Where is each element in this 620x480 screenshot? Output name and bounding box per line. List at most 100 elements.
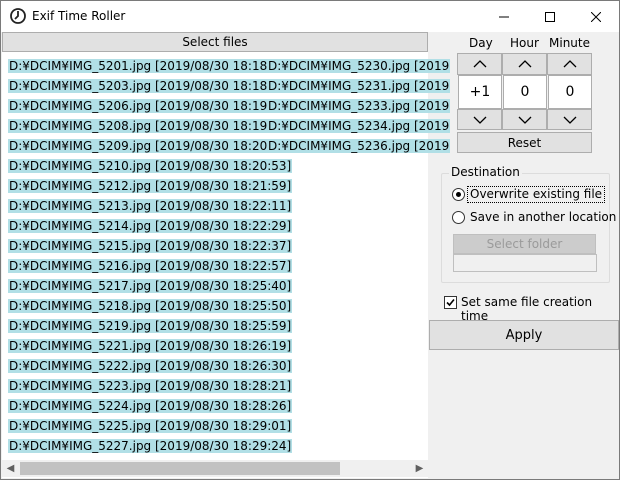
minimize-icon [499,16,509,17]
file-list-item[interactable]: D:¥DCIM¥IMG_5208.jpg [2019/08/30 18:19:4… [8,115,293,135]
file-list-item[interactable]: D:¥DCIM¥IMG_5206.jpg [2019/08/30 18:19:3… [8,95,293,115]
file-entry-text: D:¥DCIM¥IMG_5217.jpg [2019/08/30 18:25:4… [8,279,293,293]
file-entry-text: D:¥DCIM¥IMG_5210.jpg [2019/08/30 18:20:5… [8,159,293,173]
file-entry-text: D:¥DCIM¥IMG_5223.jpg [2019/08/30 18:28:2… [8,379,293,393]
minute-down-button[interactable] [547,109,592,130]
checkmark-icon [446,298,455,307]
save-another-radio[interactable] [452,211,465,224]
scroll-right-icon[interactable]: ▶ [411,460,428,477]
minimize-button[interactable] [481,1,527,32]
file-entry-text: D:¥DCIM¥IMG_5215.jpg [2019/08/30 18:22:3… [8,239,293,253]
file-list-column-1: D:¥DCIM¥IMG_5201.jpg [2019/08/30 18:18:3… [8,55,293,455]
file-list-item[interactable]: D:¥DCIM¥IMG_5201.jpg [2019/08/30 18:18:3… [8,55,293,75]
hour-down-button[interactable] [502,109,547,130]
apply-button[interactable]: Apply [429,320,619,350]
file-list-item[interactable]: D:¥DCIM¥IMG_5231.jpg [2019 [267,75,451,95]
file-entry-text: D:¥DCIM¥IMG_5216.jpg [2019/08/30 18:22:5… [8,259,293,273]
file-entry-text: D:¥DCIM¥IMG_5209.jpg [2019/08/30 18:20:4… [8,139,293,153]
file-list-item[interactable]: D:¥DCIM¥IMG_5236.jpg [2019 [267,135,451,155]
file-entry-text: D:¥DCIM¥IMG_5227.jpg [2019/08/30 18:29:2… [8,439,293,453]
day-label: Day [469,36,493,50]
hour-label: Hour [510,36,539,50]
file-entry-text: D:¥DCIM¥IMG_5231.jpg [2019 [267,79,451,93]
app-window: Exif Time Roller Select files D:¥DCIM¥IM… [0,0,620,480]
minute-up-button[interactable] [547,53,592,75]
maximize-icon [545,11,555,22]
select-files-button[interactable]: Select files [2,32,428,52]
file-list-item[interactable]: D:¥DCIM¥IMG_5218.jpg [2019/08/30 18:25:5… [8,295,293,315]
file-list-item[interactable]: D:¥DCIM¥IMG_5215.jpg [2019/08/30 18:22:3… [8,235,293,255]
chevron-down-icon [473,116,486,124]
creation-time-label[interactable]: Set same file creation time [461,295,619,323]
file-entry-text: D:¥DCIM¥IMG_5222.jpg [2019/08/30 18:26:3… [8,359,293,373]
close-button[interactable] [573,1,619,32]
file-list-item[interactable]: D:¥DCIM¥IMG_5203.jpg [2019/08/30 18:18:5… [8,75,293,95]
file-entry-text: D:¥DCIM¥IMG_5208.jpg [2019/08/30 18:19:4… [8,119,293,133]
file-entry-text: D:¥DCIM¥IMG_5206.jpg [2019/08/30 18:19:3… [8,99,293,113]
file-list-item[interactable]: D:¥DCIM¥IMG_5221.jpg [2019/08/30 18:26:1… [8,335,293,355]
file-list-item[interactable]: D:¥DCIM¥IMG_5234.jpg [2019 [267,115,451,135]
close-icon [591,11,601,22]
chevron-up-icon [563,60,576,68]
file-list-item[interactable]: D:¥DCIM¥IMG_5223.jpg [2019/08/30 18:28:2… [8,375,293,395]
select-folder-label: Select folder [486,237,563,251]
file-list-item[interactable]: D:¥DCIM¥IMG_5217.jpg [2019/08/30 18:25:4… [8,275,293,295]
scroll-left-icon[interactable]: ◀ [2,460,19,477]
file-list-item[interactable]: D:¥DCIM¥IMG_5209.jpg [2019/08/30 18:20:4… [8,135,293,155]
overwrite-label[interactable]: Overwrite existing file [467,186,606,203]
file-entry-text: D:¥DCIM¥IMG_5213.jpg [2019/08/30 18:22:1… [8,199,293,213]
file-entry-text: D:¥DCIM¥IMG_5201.jpg [2019/08/30 18:18:3… [8,59,293,73]
save-another-label[interactable]: Save in another location [470,210,616,224]
window-title: Exif Time Roller [32,9,126,23]
file-entry-text: D:¥DCIM¥IMG_5219.jpg [2019/08/30 18:25:5… [8,319,293,333]
minute-value[interactable]: 0 [548,75,592,109]
file-entry-text: D:¥DCIM¥IMG_5214.jpg [2019/08/30 18:22:2… [8,219,293,233]
chevron-down-icon [563,116,576,124]
file-list-item[interactable]: D:¥DCIM¥IMG_5222.jpg [2019/08/30 18:26:3… [8,355,293,375]
file-list-item[interactable]: D:¥DCIM¥IMG_5230.jpg [2019 [267,55,451,75]
file-list-item[interactable]: D:¥DCIM¥IMG_5225.jpg [2019/08/30 18:29:0… [8,415,293,435]
file-list-item[interactable]: D:¥DCIM¥IMG_5213.jpg [2019/08/30 18:22:1… [8,195,293,215]
day-value[interactable]: +1 [458,75,502,109]
day-up-button[interactable] [457,53,502,75]
file-list[interactable]: D:¥DCIM¥IMG_5201.jpg [2019/08/30 18:18:3… [2,52,451,478]
maximize-button[interactable] [527,1,573,32]
creation-time-checkbox[interactable] [444,296,457,309]
file-list-item[interactable]: D:¥DCIM¥IMG_5224.jpg [2019/08/30 18:28:2… [8,395,293,415]
chevron-down-icon [518,116,531,124]
horizontal-scrollbar[interactable]: ◀ ▶ [2,460,428,477]
hour-up-button[interactable] [502,53,547,75]
file-entry-text: D:¥DCIM¥IMG_5212.jpg [2019/08/30 18:21:5… [8,179,293,193]
scrollbar-thumb[interactable] [20,462,340,475]
file-list-item[interactable]: D:¥DCIM¥IMG_5219.jpg [2019/08/30 18:25:5… [8,315,293,335]
overwrite-radio[interactable] [452,188,465,201]
file-list-item[interactable]: D:¥DCIM¥IMG_5216.jpg [2019/08/30 18:22:5… [8,255,293,275]
file-entry-text: D:¥DCIM¥IMG_5234.jpg [2019 [267,119,451,133]
select-files-label: Select files [182,35,248,49]
destination-title: Destination [449,165,522,179]
reset-button[interactable]: Reset [457,132,592,153]
file-entry-text: D:¥DCIM¥IMG_5236.jpg [2019 [267,139,451,153]
folder-path-field[interactable] [453,254,597,272]
minute-label: Minute [549,36,590,50]
file-list-item[interactable]: D:¥DCIM¥IMG_5214.jpg [2019/08/30 18:22:2… [8,215,293,235]
file-list-item[interactable]: D:¥DCIM¥IMG_5212.jpg [2019/08/30 18:21:5… [8,175,293,195]
file-list-item[interactable]: D:¥DCIM¥IMG_5210.jpg [2019/08/30 18:20:5… [8,155,293,175]
chevron-up-icon [518,60,531,68]
title-bar: Exif Time Roller [1,1,619,32]
file-list-item[interactable]: D:¥DCIM¥IMG_5233.jpg [2019 [267,95,451,115]
file-entry-text: D:¥DCIM¥IMG_5230.jpg [2019 [267,59,451,73]
hour-value[interactable]: 0 [503,75,547,109]
file-entry-text: D:¥DCIM¥IMG_5225.jpg [2019/08/30 18:29:0… [8,419,293,433]
file-list-item[interactable]: D:¥DCIM¥IMG_5227.jpg [2019/08/30 18:29:2… [8,435,293,455]
file-list-column-2: D:¥DCIM¥IMG_5230.jpg [2019 D:¥DCIM¥IMG_52… [267,55,451,155]
reset-label: Reset [507,135,542,150]
apply-label: Apply [505,327,543,343]
select-folder-button[interactable]: Select folder [453,234,596,254]
file-entry-text: D:¥DCIM¥IMG_5203.jpg [2019/08/30 18:18:5… [8,79,293,93]
chevron-up-icon [473,60,486,68]
file-entry-text: D:¥DCIM¥IMG_5233.jpg [2019 [267,99,451,113]
file-entry-text: D:¥DCIM¥IMG_5218.jpg [2019/08/30 18:25:5… [8,299,293,313]
file-entry-text: D:¥DCIM¥IMG_5221.jpg [2019/08/30 18:26:1… [8,339,293,353]
day-down-button[interactable] [457,109,502,130]
